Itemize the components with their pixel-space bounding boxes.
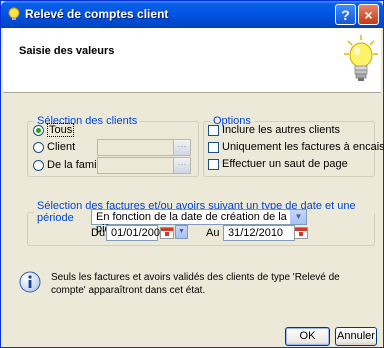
to-date-input[interactable]: 31/12/2010	[223, 225, 295, 241]
to-date-value: 31/12/2010	[228, 227, 284, 239]
title-bar[interactable]: Relevé de comptes client ? ×	[1, 1, 383, 28]
radio-all-button[interactable]	[33, 124, 44, 136]
lightbulb-icon	[344, 35, 378, 81]
from-date-input[interactable]: 01/01/2000	[106, 225, 166, 241]
from-date-value: 01/01/2000	[111, 227, 167, 239]
window-title: Relevé de comptes client	[25, 7, 169, 21]
from-date-dropdown-button[interactable]: ▼	[175, 225, 188, 239]
calendar-icon[interactable]	[160, 227, 174, 239]
radio-all[interactable]: Tous	[33, 123, 75, 137]
header-title: Saisie des valeurs	[19, 45, 115, 57]
close-button[interactable]: ×	[358, 4, 379, 25]
date-type-select[interactable]: En fonction de la date de création de la…	[91, 209, 307, 235]
lightbulb-icon	[8, 7, 20, 20]
radio-client-button[interactable]	[33, 141, 44, 153]
cancel-button[interactable]: Annuler	[335, 327, 377, 346]
checkbox-unpaid-only[interactable]: Uniquement les factures à encaisser	[208, 141, 384, 153]
help-button[interactable]: ?	[335, 4, 356, 25]
info-text: Seuls les factures et avoirs validés des…	[51, 272, 340, 296]
checkbox-page-break[interactable]: Effectuer un saut de page	[208, 158, 348, 170]
client-field[interactable]: ···	[97, 139, 191, 156]
header-panel: Saisie des valeurs	[3, 28, 381, 93]
ok-button[interactable]: OK	[285, 327, 330, 346]
calendar-icon[interactable]	[294, 227, 308, 239]
radio-all-label: Tous	[47, 123, 75, 137]
checkbox-page-break-label: Effectuer un saut de page	[222, 158, 348, 170]
family-field[interactable]: ···	[97, 157, 191, 174]
client-browse-button[interactable]: ···	[173, 140, 190, 155]
checkbox-unpaid-only-box[interactable]	[208, 141, 219, 153]
from-label: Du	[91, 227, 106, 239]
to-label: Au	[206, 227, 220, 239]
family-browse-button[interactable]: ···	[173, 158, 190, 173]
dialog-window: Relevé de comptes client ? × Saisie des …	[0, 0, 384, 348]
checkbox-include-others-label: Inclure les autres clients	[222, 124, 340, 136]
checkbox-include-others[interactable]: Inclure les autres clients	[208, 124, 340, 136]
checkbox-include-others-box[interactable]	[208, 124, 219, 136]
info-icon	[19, 271, 41, 293]
radio-client[interactable]: Client	[33, 141, 75, 153]
radio-family-button[interactable]	[33, 159, 44, 171]
checkbox-page-break-box[interactable]	[208, 158, 219, 170]
checkbox-unpaid-only-label: Uniquement les factures à encaisser	[222, 141, 384, 153]
radio-client-label: Client	[47, 141, 76, 153]
chevron-down-icon[interactable]: ▼	[290, 210, 306, 224]
